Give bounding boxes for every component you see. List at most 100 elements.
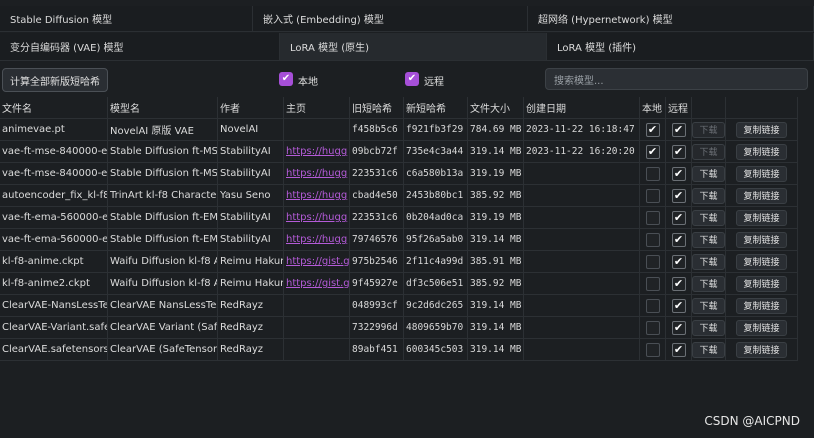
local-checkbox[interactable]: ✔ — [645, 122, 660, 137]
homepage-cell[interactable]: https://gist.g — [284, 273, 350, 294]
remote-filter-checkbox[interactable]: ✔ — [405, 72, 419, 86]
created-date-cell: 2023-11-22 16:18:47 — [524, 119, 640, 140]
download-button[interactable]: 下载 — [692, 319, 725, 336]
copy-link-button[interactable]: 复制链接 — [736, 209, 787, 226]
local-checkbox[interactable] — [645, 232, 660, 247]
download-button[interactable]: 下载 — [692, 187, 725, 204]
homepage-cell — [284, 317, 350, 338]
local-checkbox[interactable]: ✔ — [645, 144, 660, 159]
copy-link-button[interactable]: 复制链接 — [736, 341, 787, 358]
local-checkbox[interactable] — [645, 342, 660, 357]
table-row[interactable]: autoencoder_fix_kl-f8-t TrinArt kl-f8 Cha… — [0, 185, 798, 207]
homepage-cell[interactable]: https://hugg — [284, 163, 350, 184]
remote-checkbox[interactable]: ✔ — [671, 188, 686, 203]
copy-link-button[interactable]: 复制链接 — [736, 253, 787, 270]
table-row[interactable]: kl-f8-anime2.ckpt Waifu Diffusion kl-f8 A… — [0, 273, 798, 295]
local-checkbox[interactable] — [645, 210, 660, 225]
remote-checkbox[interactable]: ✔ — [671, 276, 686, 291]
model-name-cell: TrinArt kl-f8 Characters — [108, 185, 218, 206]
file-name-cell: vae-ft-mse-840000-em — [0, 163, 108, 184]
download-button[interactable]: 下载 — [692, 275, 725, 292]
remote-cell: ✔ — [666, 185, 692, 206]
copy-link-button[interactable]: 复制链接 — [736, 319, 787, 336]
local-checkbox[interactable] — [645, 254, 660, 269]
tab-vae[interactable]: 变分自编码器 (VAE) 模型 — [0, 33, 280, 61]
table-row[interactable]: vae-ft-ema-560000-em Stable Diffusion ft-… — [0, 229, 798, 251]
search-input[interactable]: 搜索模型... — [545, 68, 808, 90]
tab-hypernetwork[interactable]: 超网络 (Hypernetwork) 模型 — [528, 6, 814, 32]
new-hash-cell: 2453b80bc1 — [404, 185, 468, 206]
download-button[interactable]: 下载 — [692, 165, 725, 182]
new-hash-cell: 2f11c4a99d — [404, 251, 468, 272]
local-checkbox[interactable] — [645, 188, 660, 203]
download-cell: 下载 — [692, 185, 726, 206]
remote-checkbox[interactable]: ✔ — [671, 166, 686, 181]
table-row[interactable]: animevae.pt NovelAI 原版 VAE NovelAI f458b5c6… — [0, 119, 798, 141]
homepage-link[interactable]: https://hugg — [286, 190, 347, 201]
remote-checkbox[interactable]: ✔ — [671, 298, 686, 313]
table-row[interactable]: vae-ft-mse-840000-em Stable Diffusion ft-… — [0, 163, 798, 185]
local-cell — [640, 273, 666, 294]
copy-link-button[interactable]: 复制链接 — [736, 165, 787, 182]
copy-link-button[interactable]: 复制链接 — [736, 121, 787, 138]
calc-hash-button[interactable]: 计算全部新版短哈希 — [2, 68, 108, 92]
remote-checkbox[interactable]: ✔ — [671, 254, 686, 269]
remote-checkbox[interactable]: ✔ — [671, 320, 686, 335]
copy-link-button[interactable]: 复制链接 — [736, 275, 787, 292]
table-row[interactable]: vae-ft-mse-840000-em Stable Diffusion ft-… — [0, 141, 798, 163]
homepage-link[interactable]: https://hugg — [286, 234, 347, 245]
download-button[interactable]: 下载 — [692, 297, 725, 314]
tab-lora-plugin[interactable]: LoRA 模型 (插件) — [547, 33, 814, 61]
remote-checkbox[interactable]: ✔ — [671, 232, 686, 247]
model-name-cell: Stable Diffusion ft-EMA — [108, 229, 218, 250]
copy-link-cell: 复制链接 — [726, 163, 798, 184]
copy-link-button[interactable]: 复制链接 — [736, 297, 787, 314]
remote-checkbox[interactable]: ✔ — [671, 144, 686, 159]
copy-link-button[interactable]: 复制链接 — [736, 187, 787, 204]
homepage-cell[interactable]: https://gist.g — [284, 251, 350, 272]
model-name-cell: Stable Diffusion ft-MSE — [108, 163, 218, 184]
remote-checkbox[interactable]: ✔ — [671, 210, 686, 225]
created-date-cell — [524, 207, 640, 228]
tab-lora-native[interactable]: LoRA 模型 (原生) — [280, 33, 547, 61]
homepage-link[interactable]: https://gist.g — [286, 278, 349, 289]
local-checkbox[interactable] — [645, 320, 660, 335]
local-filter-checkbox[interactable]: ✔ — [279, 72, 293, 86]
model-name-cell: ClearVAE NansLessTest — [108, 295, 218, 316]
table-row[interactable]: kl-f8-anime.ckpt Waifu Diffusion kl-f8 Ai… — [0, 251, 798, 273]
download-button[interactable]: 下载 — [692, 253, 725, 270]
table-row[interactable]: vae-ft-ema-560000-em Stable Diffusion ft-… — [0, 207, 798, 229]
local-checkbox[interactable] — [645, 166, 660, 181]
homepage-cell[interactable]: https://hugg — [284, 185, 350, 206]
copy-link-button[interactable]: 复制链接 — [736, 143, 787, 160]
remote-checkbox[interactable]: ✔ — [671, 342, 686, 357]
homepage-cell[interactable]: https://hugg — [284, 229, 350, 250]
local-checkbox[interactable] — [645, 298, 660, 313]
tab-stable-diffusion[interactable]: Stable Diffusion 模型 — [0, 6, 253, 32]
download-button[interactable]: 下载 — [692, 209, 725, 226]
table-row[interactable]: ClearVAE.safetensors ClearVAE (SafeTensor… — [0, 339, 798, 361]
download-button[interactable]: 下载 — [692, 143, 725, 160]
copy-link-cell: 复制链接 — [726, 251, 798, 272]
model-name-cell: Waifu Diffusion kl-f8 Ai — [108, 273, 218, 294]
file-name-cell: kl-f8-anime.ckpt — [0, 251, 108, 272]
download-button[interactable]: 下载 — [692, 341, 725, 358]
download-button[interactable]: 下载 — [692, 231, 725, 248]
download-button[interactable]: 下载 — [692, 121, 725, 138]
homepage-link[interactable]: https://hugg — [286, 146, 347, 157]
table-row[interactable]: ClearVAE-Variant.safeteClearVAE Variant … — [0, 317, 798, 339]
file-size-cell: 385.92 MB — [468, 273, 524, 294]
table-row[interactable]: ClearVAE-NansLessTest ClearVAE NansLessTe… — [0, 295, 798, 317]
homepage-cell — [284, 119, 350, 140]
homepage-link[interactable]: https://hugg — [286, 168, 347, 179]
tab-embedding[interactable]: 嵌入式 (Embedding) 模型 — [253, 6, 528, 32]
local-checkbox[interactable] — [645, 276, 660, 291]
homepage-cell[interactable]: https://hugg — [284, 207, 350, 228]
homepage-link[interactable]: https://gist.g — [286, 256, 349, 267]
copy-link-button[interactable]: 复制链接 — [736, 231, 787, 248]
download-cell: 下载 — [692, 251, 726, 272]
homepage-cell — [284, 339, 350, 360]
remote-checkbox[interactable]: ✔ — [671, 122, 686, 137]
homepage-link[interactable]: https://hugg — [286, 212, 347, 223]
homepage-cell[interactable]: https://hugg — [284, 141, 350, 162]
